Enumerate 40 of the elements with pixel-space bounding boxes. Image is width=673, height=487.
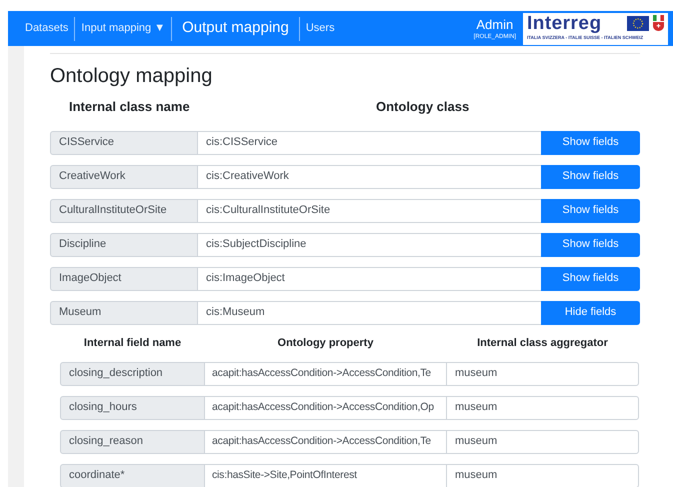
column-header: Ontology property <box>276 336 374 348</box>
column-header: Ontology class <box>376 98 470 116</box>
field-name-label: coordinate* <box>60 464 205 487</box>
shield-icon <box>653 15 664 31</box>
ontology-property-field[interactable]: acapit:hasAccessCondition->AccessCondition,Op <box>205 396 446 420</box>
class-name-label: CreativeWork <box>50 164 198 188</box>
ontology-class-field[interactable]: cis:CreativeWork <box>198 164 541 188</box>
toggle-fields-button[interactable]: Hide fields <box>541 300 640 324</box>
aggregator-field[interactable]: museum <box>446 362 639 386</box>
column-header: Internal class name <box>69 98 191 116</box>
toggle-fields-button[interactable]: Show fields <box>541 266 640 290</box>
ontology-class-field[interactable]: cis:ImageObject <box>198 266 541 290</box>
toggle-fields-button[interactable]: Show fields <box>541 198 640 222</box>
class-name-label: CulturalInstituteOrSite <box>50 198 198 222</box>
column-header: Internal field name <box>82 336 182 348</box>
flag-icon <box>627 16 649 30</box>
column-header: Internal class aggregator <box>476 336 609 348</box>
class-name-label: Discipline <box>50 232 198 256</box>
toggle-fields-button[interactable]: Show fields <box>541 232 640 256</box>
user-name: Admin <box>476 18 514 30</box>
aggregator-field[interactable]: museum <box>446 396 639 420</box>
ontology-class-field[interactable]: cis:CISService <box>198 130 541 154</box>
nav-link[interactable]: Output mapping <box>176 17 295 40</box>
class-name-label: CISService <box>50 130 198 154</box>
ontology-class-field[interactable]: cis:SubjectDiscipline <box>198 232 541 256</box>
field-name-label: closing_hours <box>60 396 205 420</box>
ontology-property-field[interactable]: acapit:hasAccessCondition->AccessCondition,Te <box>205 430 446 454</box>
class-name-label: ImageObject <box>50 266 198 290</box>
aggregator-field[interactable]: museum <box>446 464 639 487</box>
logo-title: Interreg <box>527 14 602 32</box>
field-name-label: closing_reason <box>60 430 205 454</box>
aggregator-field[interactable]: museum <box>446 430 639 454</box>
toggle-fields-button[interactable]: Show fields <box>541 130 640 154</box>
ontology-property-field[interactable]: acapit:hasAccessCondition->AccessCondition,Te <box>205 362 446 386</box>
page-heading: Ontology mapping <box>50 64 214 88</box>
ontology-class-field[interactable]: cis:Museum <box>198 300 541 324</box>
ontology-class-field[interactable]: cis:CulturalInstituteOrSite <box>198 198 541 222</box>
toggle-fields-button[interactable]: Show fields <box>541 164 640 188</box>
field-name-label: closing_description <box>60 362 205 386</box>
class-name-label: Museum <box>50 300 198 324</box>
